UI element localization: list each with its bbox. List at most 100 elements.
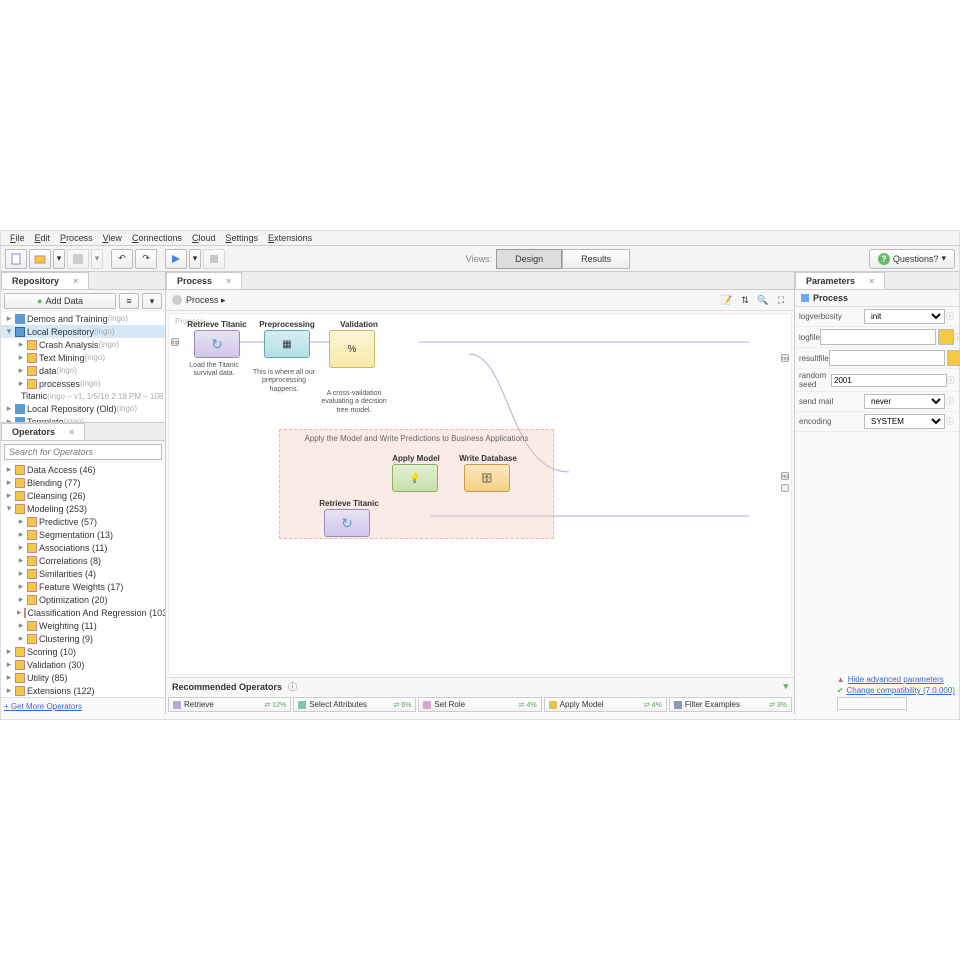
repo-item[interactable]: ▾Local Repository (ingo) bbox=[1, 325, 165, 338]
repo-item[interactable]: ▸Local Repository (Old) (ingo) bbox=[1, 402, 165, 415]
repo-item[interactable]: ▸Template (ingo) bbox=[1, 415, 165, 422]
undo-button[interactable]: ↶ bbox=[111, 249, 133, 269]
operator-category[interactable]: ▸Segmentation (13) bbox=[1, 528, 165, 541]
operator-category[interactable]: ▸Weighting (11) bbox=[1, 619, 165, 632]
redo-button[interactable]: ↷ bbox=[135, 249, 157, 269]
info-icon[interactable]: ⓘ bbox=[288, 680, 297, 693]
op-writedb[interactable]: 🗄 bbox=[464, 464, 510, 492]
operators-tree[interactable]: ▸Data Access (46)▸Blending (77)▸Cleansin… bbox=[1, 463, 165, 697]
param-input[interactable] bbox=[820, 329, 936, 345]
view-design[interactable]: Design bbox=[496, 249, 562, 269]
op-apply[interactable]: 💡 bbox=[392, 464, 438, 492]
open-dropdown[interactable]: ▾ bbox=[53, 249, 65, 269]
parameters-tab[interactable]: Parameters× bbox=[795, 272, 885, 289]
repo-item[interactable]: ▸Demos and Training (ingo) bbox=[1, 312, 165, 325]
operator-category[interactable]: ▸Data Access (46) bbox=[1, 463, 165, 476]
close-icon[interactable]: × bbox=[69, 427, 74, 437]
operator-search-input[interactable] bbox=[4, 444, 162, 460]
op-retrievetest[interactable]: ↻ bbox=[324, 509, 370, 537]
open-button[interactable] bbox=[29, 249, 51, 269]
expand-icon[interactable]: ⛶ bbox=[774, 293, 788, 307]
arrange-icon[interactable]: ⇅ bbox=[738, 293, 752, 307]
menu-process[interactable]: Process bbox=[55, 232, 98, 244]
operator-category[interactable]: ▸Utility (85) bbox=[1, 671, 165, 684]
operator-category[interactable]: ▸Feature Weights (17) bbox=[1, 580, 165, 593]
output-port-res2[interactable]: res bbox=[781, 472, 789, 480]
operator-category[interactable]: ▸Clustering (9) bbox=[1, 632, 165, 645]
stop-button[interactable] bbox=[203, 249, 225, 269]
breadcrumb-text[interactable]: Process ▸ bbox=[186, 295, 226, 306]
repo-view-dropdown[interactable]: ▾ bbox=[142, 293, 162, 309]
close-icon[interactable]: × bbox=[869, 276, 874, 286]
save-dropdown[interactable]: ▾ bbox=[91, 249, 103, 269]
repo-item[interactable]: ▸Text Mining (ingo) bbox=[1, 351, 165, 364]
add-data-button[interactable]: Add Data bbox=[4, 293, 116, 309]
hide-advanced-link[interactable]: Hide advanced parameters bbox=[848, 675, 944, 684]
repo-view-button[interactable]: ≡ bbox=[119, 293, 139, 309]
info-icon[interactable]: ⓘ bbox=[945, 396, 955, 407]
param-select[interactable]: init bbox=[864, 309, 945, 324]
save-button[interactable] bbox=[67, 249, 89, 269]
operator-category[interactable]: ▸Extensions (122) bbox=[1, 684, 165, 697]
note-icon[interactable]: 📝 bbox=[720, 293, 734, 307]
recommended-item[interactable]: Apply Model⇄ 4% bbox=[544, 697, 667, 712]
info-icon[interactable]: ⓘ bbox=[945, 311, 955, 322]
operator-category[interactable]: ▸Classification And Regression (103) bbox=[1, 606, 165, 619]
param-input[interactable] bbox=[829, 350, 945, 366]
operator-category[interactable]: ▸Predictive (57) bbox=[1, 515, 165, 528]
input-port[interactable]: inp bbox=[171, 338, 179, 346]
zoom-icon[interactable]: 🔍 bbox=[756, 293, 770, 307]
menu-extensions[interactable]: Extensions bbox=[263, 232, 317, 244]
menu-cloud[interactable]: Cloud bbox=[187, 232, 221, 244]
recommended-item[interactable]: Select Attributes⇄ 6% bbox=[293, 697, 416, 712]
repo-item[interactable]: ▸Crash Analysis (ingo) bbox=[1, 338, 165, 351]
operator-category[interactable]: ▸Scoring (10) bbox=[1, 645, 165, 658]
change-compat-link[interactable]: Change compatibility (7.0.000) bbox=[846, 686, 955, 695]
operator-category[interactable]: ▸Optimization (20) bbox=[1, 593, 165, 606]
recommended-item[interactable]: Set Role⇄ 4% bbox=[418, 697, 541, 712]
operators-tab[interactable]: Operators× bbox=[1, 423, 85, 440]
chevron-down-icon[interactable]: ▾ bbox=[783, 681, 788, 692]
output-port-res[interactable]: res bbox=[781, 354, 789, 362]
recommended-header[interactable]: Recommended Operatorsⓘ ▾ bbox=[166, 678, 794, 695]
info-icon[interactable]: ⓘ bbox=[954, 332, 960, 343]
operator-category[interactable]: ▾Modeling (253) bbox=[1, 502, 165, 515]
browse-button[interactable] bbox=[938, 329, 954, 345]
close-icon[interactable]: × bbox=[226, 276, 231, 286]
close-icon[interactable]: × bbox=[73, 276, 78, 286]
run-dropdown[interactable]: ▾ bbox=[189, 249, 201, 269]
operator-category[interactable]: ▸Cleansing (26) bbox=[1, 489, 165, 502]
operator-category[interactable]: ▸Similarities (4) bbox=[1, 567, 165, 580]
menu-file[interactable]: File bbox=[5, 232, 30, 244]
process-tab[interactable]: Process× bbox=[166, 272, 242, 289]
menu-view[interactable]: View bbox=[98, 232, 127, 244]
run-button[interactable] bbox=[165, 249, 187, 269]
repository-tree[interactable]: ▸Demos and Training (ingo)▾Local Reposit… bbox=[1, 312, 165, 422]
view-results[interactable]: Results bbox=[562, 249, 630, 269]
operator-category[interactable]: ▸Correlations (8) bbox=[1, 554, 165, 567]
menu-connections[interactable]: Connections bbox=[127, 232, 187, 244]
recommended-item[interactable]: Filter Examples⇄ 3% bbox=[669, 697, 792, 712]
new-button[interactable] bbox=[5, 249, 27, 269]
info-icon[interactable]: ⓘ bbox=[945, 416, 955, 427]
get-more-operators-link[interactable]: + Get More Operators bbox=[4, 702, 82, 711]
menu-settings[interactable]: Settings bbox=[221, 232, 264, 244]
operator-category[interactable]: ▸Blending (77) bbox=[1, 476, 165, 489]
info-icon[interactable]: ⓘ bbox=[947, 375, 955, 386]
param-select[interactable]: never bbox=[864, 394, 945, 409]
op-validation[interactable]: % bbox=[329, 330, 375, 368]
operator-category[interactable]: ▸Associations (11) bbox=[1, 541, 165, 554]
repo-item[interactable]: ▸processes (ingo) bbox=[1, 377, 165, 390]
browse-button[interactable] bbox=[947, 350, 960, 366]
param-select[interactable]: SYSTEM bbox=[864, 414, 945, 429]
param-input[interactable] bbox=[831, 374, 947, 387]
questions-button[interactable]: ? Questions? ▾ bbox=[869, 249, 955, 269]
process-canvas[interactable]: Process inp res res Retrieve Titanic ↻ L… bbox=[168, 313, 792, 675]
repo-item[interactable]: Titanic (ingo – v1, 1/5/16 2:18 PM – 108… bbox=[1, 390, 165, 402]
operator-category[interactable]: ▸Validation (30) bbox=[1, 658, 165, 671]
op-preproc[interactable]: ▦ bbox=[264, 330, 310, 358]
recommended-item[interactable]: Retrieve⇄ 12% bbox=[168, 697, 291, 712]
menu-edit[interactable]: Edit bbox=[30, 232, 56, 244]
repository-tab[interactable]: Repository× bbox=[1, 272, 89, 289]
repo-item[interactable]: ▸data (ingo) bbox=[1, 364, 165, 377]
